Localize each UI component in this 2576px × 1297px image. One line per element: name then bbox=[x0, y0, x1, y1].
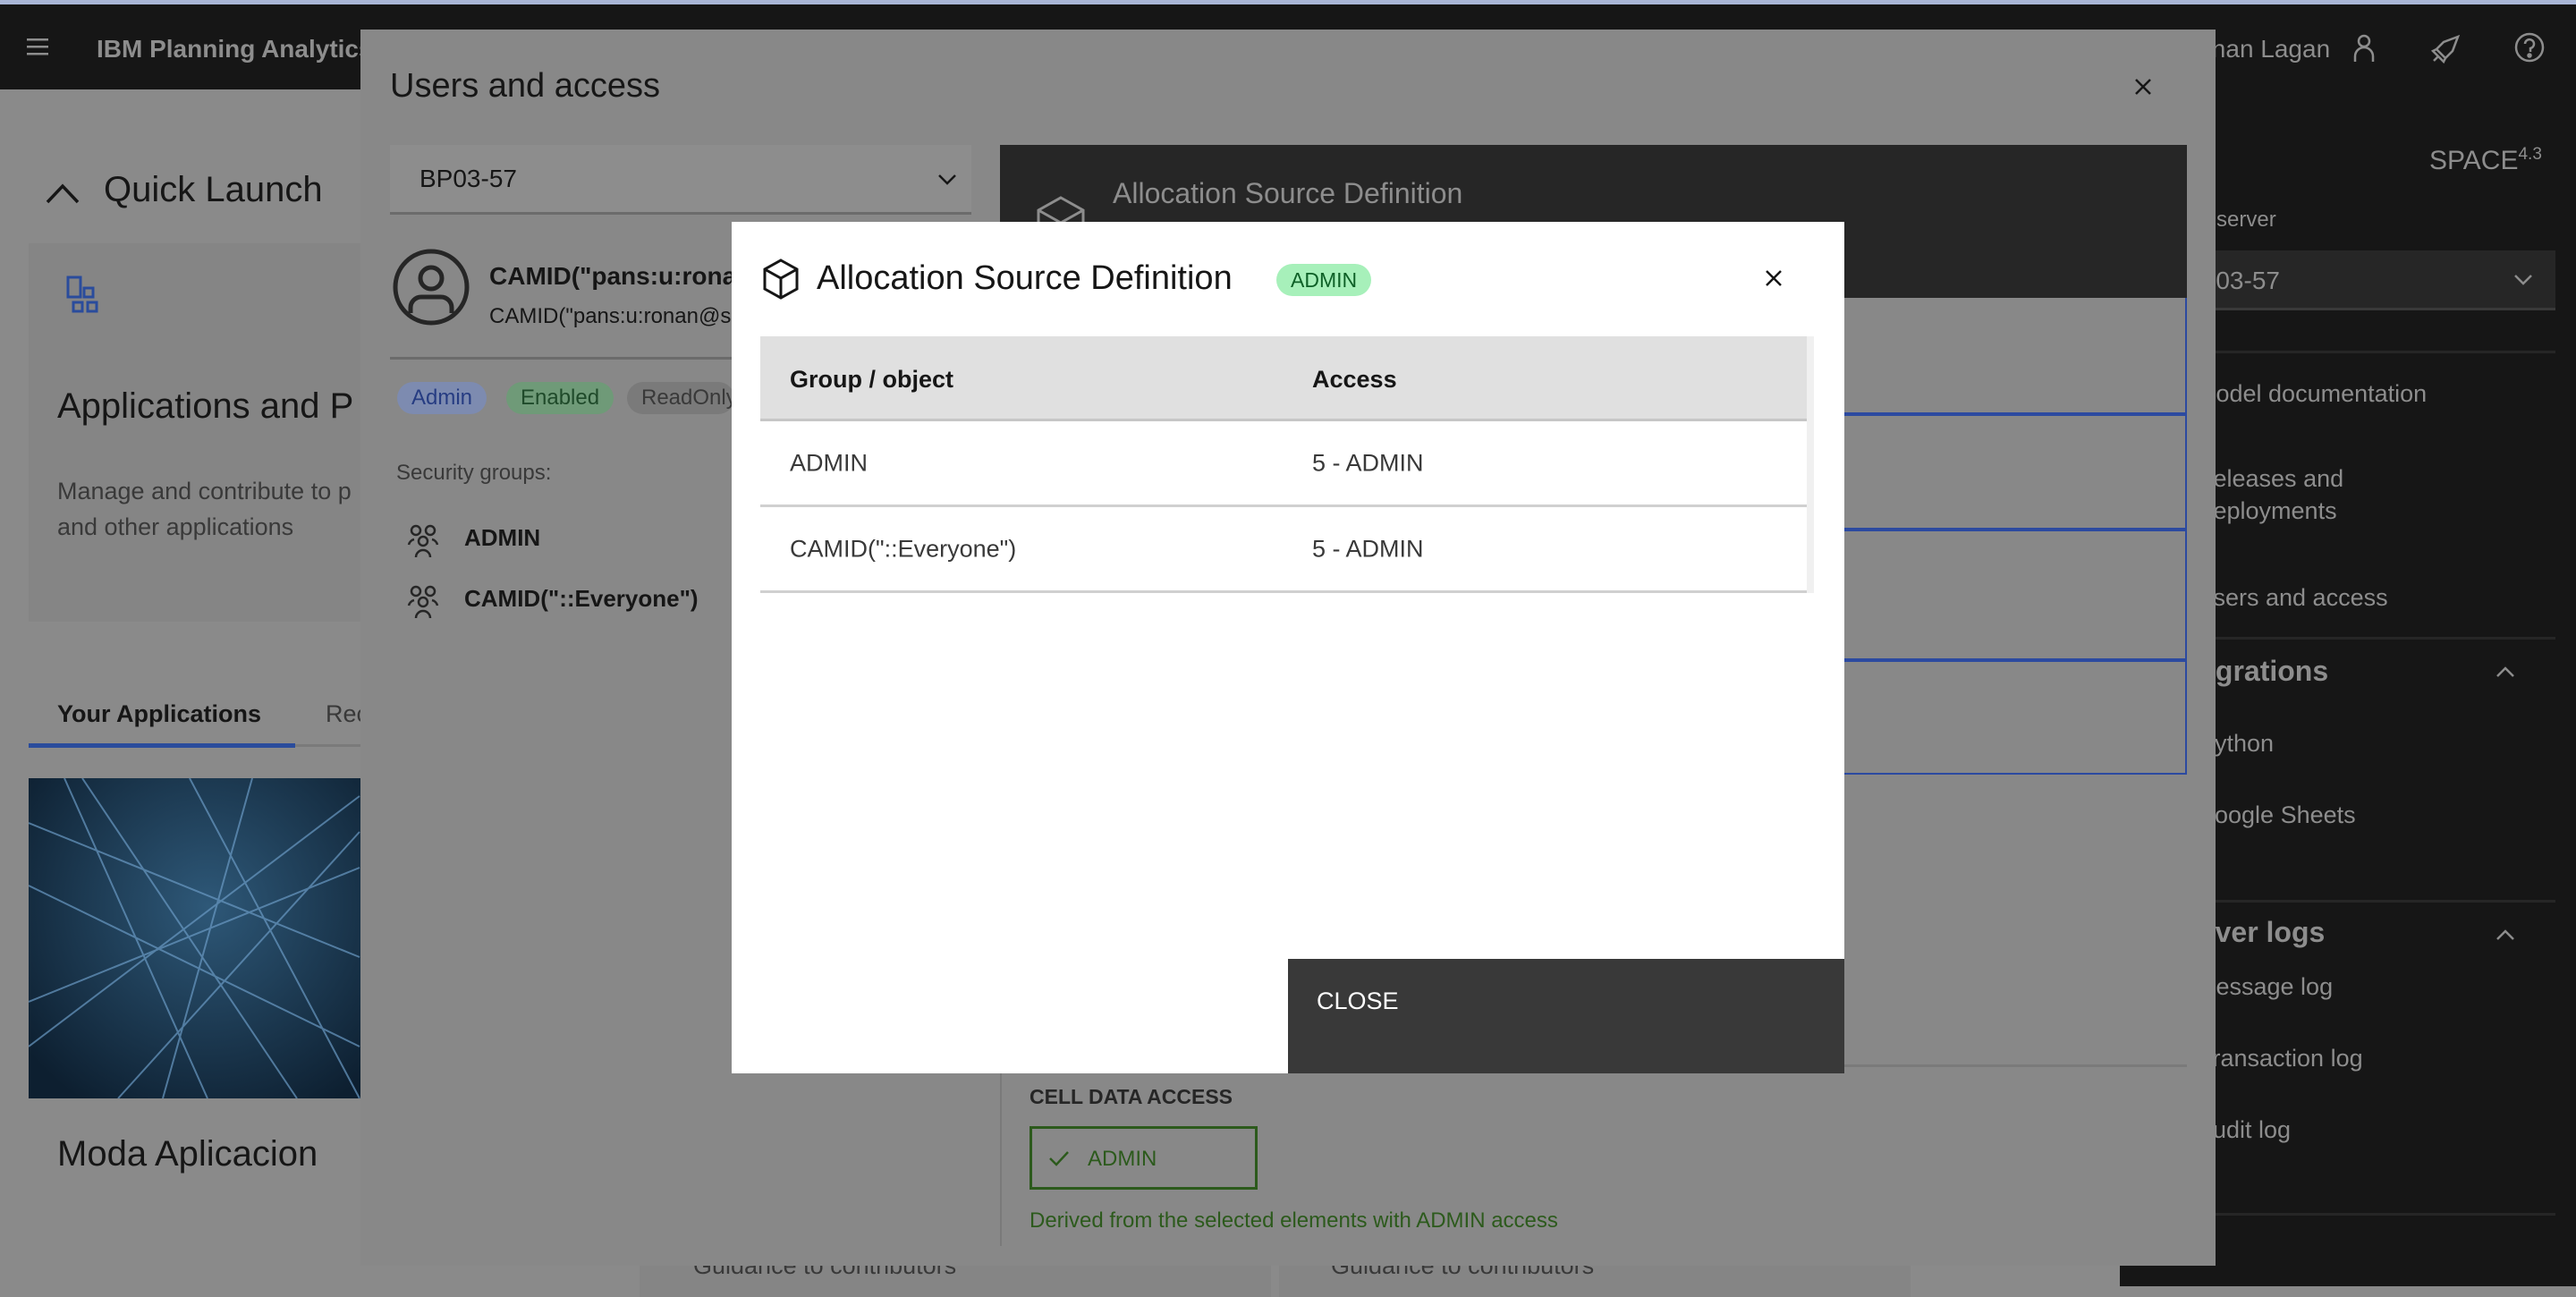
user-icon[interactable] bbox=[2352, 33, 2376, 64]
active-tab-indicator bbox=[29, 743, 295, 748]
card-description-line1: Manage and contribute to p bbox=[57, 478, 352, 504]
space-label: SPACE4.3 bbox=[2429, 145, 2542, 176]
divider bbox=[2191, 351, 2555, 353]
divider bbox=[390, 357, 766, 360]
security-groups-label: Security groups: bbox=[396, 461, 552, 485]
checkmark-icon bbox=[1048, 1150, 1070, 1166]
modal-title: Users and access bbox=[390, 67, 661, 105]
table-row[interactable]: CAMID("::Everyone") 5 - ADMIN bbox=[760, 507, 1807, 593]
space-version: 4.3 bbox=[2518, 145, 2542, 164]
user-id: CAMID("pans:u:ronan bbox=[489, 262, 752, 290]
cell-access: 5 - ADMIN bbox=[1312, 535, 1424, 562]
dialog-title: Allocation Source Definition bbox=[817, 259, 1233, 297]
server-select[interactable]: BP03-57 bbox=[390, 145, 971, 215]
table-header: Group / object Access bbox=[760, 336, 1807, 421]
tab-your-applications[interactable]: Your Applications bbox=[57, 700, 261, 728]
card-description-line2: and other applications bbox=[57, 513, 294, 540]
cell-data-access-label: CELL DATA ACCESS bbox=[1030, 1085, 1233, 1108]
derived-note: Derived from the selected elements with … bbox=[1030, 1208, 1558, 1233]
server-select[interactable]: BP03-57 bbox=[2174, 250, 2555, 310]
sidebar-item-model-documentation[interactable]: Model documentation bbox=[2196, 380, 2427, 408]
chevron-down-icon bbox=[2513, 274, 2533, 286]
user-avatar-icon bbox=[393, 249, 470, 326]
chevron-up-icon[interactable] bbox=[45, 179, 80, 206]
allocation-source-dialog: Allocation Source Definition ADMIN Group… bbox=[732, 222, 1844, 1073]
sidebar-item-releases[interactable]: Releases and bbox=[2196, 465, 2343, 493]
quick-launch-heading[interactable]: Quick Launch bbox=[104, 170, 323, 210]
sidebar-item-message-log[interactable]: Message log bbox=[2196, 973, 2333, 1001]
security-group-admin[interactable]: ADMIN bbox=[464, 524, 540, 552]
group-icon bbox=[405, 523, 441, 559]
tag-admin: Admin bbox=[397, 382, 487, 414]
cell-data-access-value: ADMIN bbox=[1088, 1147, 1157, 1171]
server-select-value: BP03-57 bbox=[419, 165, 517, 192]
user-email: CAMID("pans:u:ronan@se bbox=[489, 304, 743, 328]
chevron-up-icon[interactable] bbox=[2496, 665, 2515, 678]
tag-enabled: Enabled bbox=[506, 382, 614, 414]
sidebar-item-users-and-access[interactable]: Users and access bbox=[2196, 584, 2388, 612]
divider bbox=[2191, 637, 2555, 640]
menu-icon[interactable] bbox=[27, 37, 50, 56]
close-icon[interactable] bbox=[1765, 269, 1783, 287]
tag-readonly: ReadOnlyU bbox=[627, 382, 734, 414]
rocket-icon[interactable] bbox=[2431, 35, 2460, 64]
close-button-label: CLOSE bbox=[1317, 988, 1399, 1014]
admin-badge: ADMIN bbox=[1276, 264, 1372, 296]
cube-icon bbox=[762, 258, 800, 301]
divider bbox=[2191, 900, 2555, 903]
cell-access: 5 - ADMIN bbox=[1312, 449, 1424, 476]
space-name: SPACE bbox=[2429, 146, 2519, 175]
applications-icon bbox=[66, 276, 107, 317]
sidebar-item-deployments[interactable]: Deployments bbox=[2196, 497, 2337, 525]
scrollbar[interactable] bbox=[1807, 336, 1814, 593]
cell-data-access-checkbox[interactable]: ADMIN bbox=[1030, 1126, 1258, 1190]
sidebar-item-transaction-log[interactable]: Transaction log bbox=[2199, 1045, 2363, 1072]
close-button[interactable]: CLOSE bbox=[1288, 959, 1844, 1073]
column-header-access[interactable]: Access bbox=[1312, 366, 1397, 394]
application-name[interactable]: Moda Aplicacion bbox=[57, 1134, 318, 1174]
security-group-everyone[interactable]: CAMID("::Everyone") bbox=[464, 585, 699, 613]
table-row[interactable]: ADMIN 5 - ADMIN bbox=[760, 421, 1807, 507]
app-brand: IBM Planning Analytics bbox=[97, 35, 373, 63]
chevron-up-icon[interactable] bbox=[2496, 928, 2515, 941]
chevron-down-icon bbox=[937, 174, 957, 186]
cell-group: ADMIN bbox=[790, 449, 868, 476]
help-icon[interactable] bbox=[2513, 31, 2546, 64]
cell-group: CAMID("::Everyone") bbox=[790, 535, 1017, 562]
sidebar-item-google-sheets[interactable]: Google Sheets bbox=[2196, 801, 2356, 829]
column-header-group[interactable]: Group / object bbox=[790, 366, 953, 394]
card-title: Applications and P bbox=[57, 386, 354, 426]
server-label: server bbox=[2216, 208, 2276, 232]
close-icon[interactable] bbox=[2134, 78, 2152, 96]
group-icon bbox=[405, 584, 441, 620]
panel-title: Allocation Source Definition bbox=[1113, 177, 1463, 209]
divider bbox=[1000, 1067, 1002, 1246]
divider bbox=[2191, 1213, 2555, 1216]
